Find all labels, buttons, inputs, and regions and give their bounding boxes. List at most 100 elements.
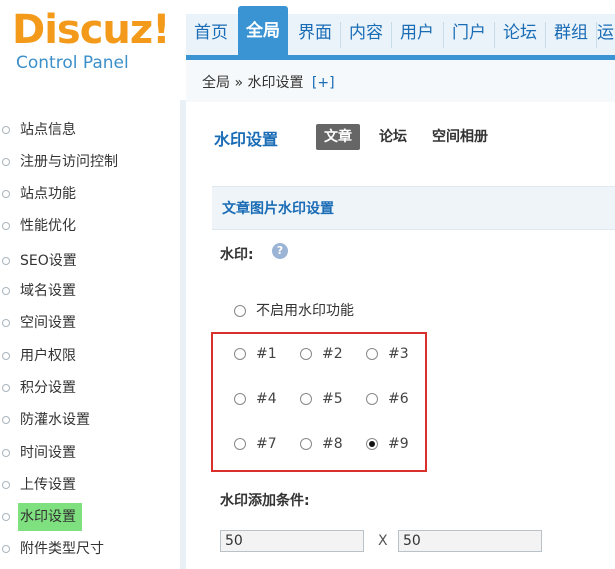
radio-label: #5: [322, 391, 343, 407]
radio-circle-icon[interactable]: [366, 393, 378, 405]
watermark-label: 水印:: [220, 247, 254, 263]
radio-position-5[interactable]: #5: [300, 391, 343, 407]
sidebar-item-label: 水印设置: [18, 503, 82, 531]
section-title: 文章图片水印设置: [222, 201, 334, 217]
sidebar-item-label: 用户权限: [20, 348, 76, 364]
radio-label: #8: [322, 436, 343, 452]
radio-position-3[interactable]: #3: [366, 346, 409, 362]
radio-circle-icon[interactable]: [300, 348, 312, 360]
radio-circle-icon[interactable]: [234, 348, 246, 360]
nav-item-portal[interactable]: 门户: [444, 14, 494, 55]
sidebar-item-user-permissions[interactable]: 用户权限: [0, 342, 180, 370]
radio-position-9[interactable]: #9: [366, 436, 409, 452]
section-header: 文章图片水印设置: [212, 186, 615, 230]
bullet-icon: [2, 481, 10, 489]
help-icon[interactable]: ?: [272, 243, 288, 259]
radio-circle-icon[interactable]: [300, 393, 312, 405]
radio-circle-icon[interactable]: [234, 305, 246, 317]
tab-article[interactable]: 文章: [316, 124, 360, 150]
sidebar-item-label: 附件类型尺寸: [20, 541, 104, 557]
radio-label: #3: [388, 346, 409, 362]
breadcrumb: 全局 » 水印设置 [+]: [202, 72, 335, 92]
radio-checked-icon[interactable]: [366, 438, 378, 450]
bullet-icon: [2, 222, 10, 230]
radio-label: #7: [256, 436, 277, 452]
logo-sub-text: Control Panel: [16, 53, 129, 73]
bullet-icon: [2, 416, 10, 424]
sidebar-item-registration[interactable]: 注册与访问控制: [0, 148, 180, 176]
radio-position-7[interactable]: #7: [234, 436, 277, 452]
radio-position-1[interactable]: #1: [234, 346, 277, 362]
sidebar-item-space[interactable]: 空间设置: [0, 309, 180, 337]
sidebar-item-label: 性能优化: [20, 218, 76, 234]
sidebar-item-label: 防灌水设置: [20, 412, 90, 428]
sidebar-item-upload[interactable]: 上传设置: [0, 471, 180, 499]
bullet-icon: [2, 190, 10, 198]
sidebar: 站点信息 注册与访问控制 站点功能 性能优化 SEO设置 域名设置 空间设置 用…: [0, 100, 180, 569]
sidebar-item-seo[interactable]: SEO设置: [0, 247, 180, 275]
sidebar-item-credits[interactable]: 积分设置: [0, 374, 180, 402]
min-height-input[interactable]: [398, 530, 542, 552]
sidebar-item-site-info[interactable]: 站点信息: [0, 116, 180, 144]
radio-circle-icon[interactable]: [366, 348, 378, 360]
sidebar-item-domain[interactable]: 域名设置: [0, 277, 180, 305]
tab-forum[interactable]: 论坛: [379, 124, 407, 150]
radio-circle-icon[interactable]: [234, 438, 246, 450]
sidebar-item-label: 域名设置: [20, 283, 76, 299]
sidebar-item-anti-flood[interactable]: 防灌水设置: [0, 406, 180, 434]
add-shortcut-link[interactable]: [+]: [312, 75, 335, 91]
nav-item-users[interactable]: 用户: [392, 14, 442, 55]
nav-item-groups[interactable]: 群组: [546, 14, 596, 55]
sidebar-item-label: 站点功能: [20, 186, 76, 202]
bullet-icon: [2, 449, 10, 457]
bullet-icon: [2, 126, 10, 134]
main-content: 水印设置 文章 论坛 空间相册 文章图片水印设置 水印: ? 不启用水印功能 #…: [186, 102, 615, 569]
radio-label: #9: [388, 436, 409, 452]
nav-item-global[interactable]: 全局: [238, 6, 288, 55]
nav-item-forum[interactable]: 论坛: [495, 14, 545, 55]
sidebar-item-time[interactable]: 时间设置: [0, 439, 180, 467]
bullet-icon: [2, 287, 10, 295]
bullet-icon: [2, 158, 10, 166]
breadcrumb-bar: 全局 » 水印设置 [+]: [186, 60, 615, 103]
logo: Discuz! Control Panel: [0, 0, 186, 100]
sidebar-item-label: SEO设置: [20, 253, 77, 269]
nav-item-home[interactable]: 首页: [186, 14, 236, 55]
bullet-icon: [2, 545, 10, 553]
nav-item-content[interactable]: 内容: [341, 14, 391, 55]
breadcrumb-path: 全局 » 水印设置: [202, 75, 304, 91]
radio-label: #4: [256, 391, 277, 407]
min-width-input[interactable]: [220, 530, 364, 552]
radio-disable-watermark[interactable]: 不启用水印功能: [234, 300, 354, 320]
radio-circle-icon[interactable]: [300, 438, 312, 450]
sidebar-item-performance[interactable]: 性能优化: [0, 212, 180, 240]
bullet-icon: [2, 513, 10, 521]
radio-position-2[interactable]: #2: [300, 346, 343, 362]
sidebar-item-watermark[interactable]: 水印设置: [0, 503, 180, 531]
sidebar-item-attachment-types[interactable]: 附件类型尺寸: [0, 535, 180, 563]
radio-label: 不启用水印功能: [256, 303, 354, 319]
bullet-icon: [2, 384, 10, 392]
tab-album[interactable]: 空间相册: [432, 124, 488, 150]
page-title: 水印设置: [214, 130, 279, 149]
sidebar-item-label: 上传设置: [20, 477, 76, 493]
dimension-separator: X: [378, 533, 388, 549]
bullet-icon: [2, 352, 10, 360]
radio-position-8[interactable]: #8: [300, 436, 343, 452]
radio-position-6[interactable]: #6: [366, 391, 409, 407]
radio-label: #1: [256, 346, 277, 362]
radio-position-4[interactable]: #4: [234, 391, 277, 407]
radio-label: #2: [322, 346, 343, 362]
bullet-icon: [2, 319, 10, 327]
sidebar-item-label: 积分设置: [20, 380, 76, 396]
radio-circle-icon[interactable]: [234, 393, 246, 405]
sidebar-item-label: 空间设置: [20, 315, 76, 331]
sidebar-item-label: 站点信息: [20, 122, 76, 138]
sidebar-item-label: 注册与访问控制: [20, 154, 118, 170]
logo-main-text: Discuz!: [12, 7, 170, 53]
sidebar-item-site-features[interactable]: 站点功能: [0, 180, 180, 208]
radio-label: #6: [388, 391, 409, 407]
nav-item-operations[interactable]: 运: [597, 14, 615, 55]
sidebar-item-label: 时间设置: [20, 445, 76, 461]
nav-item-interface[interactable]: 界面: [290, 14, 340, 55]
